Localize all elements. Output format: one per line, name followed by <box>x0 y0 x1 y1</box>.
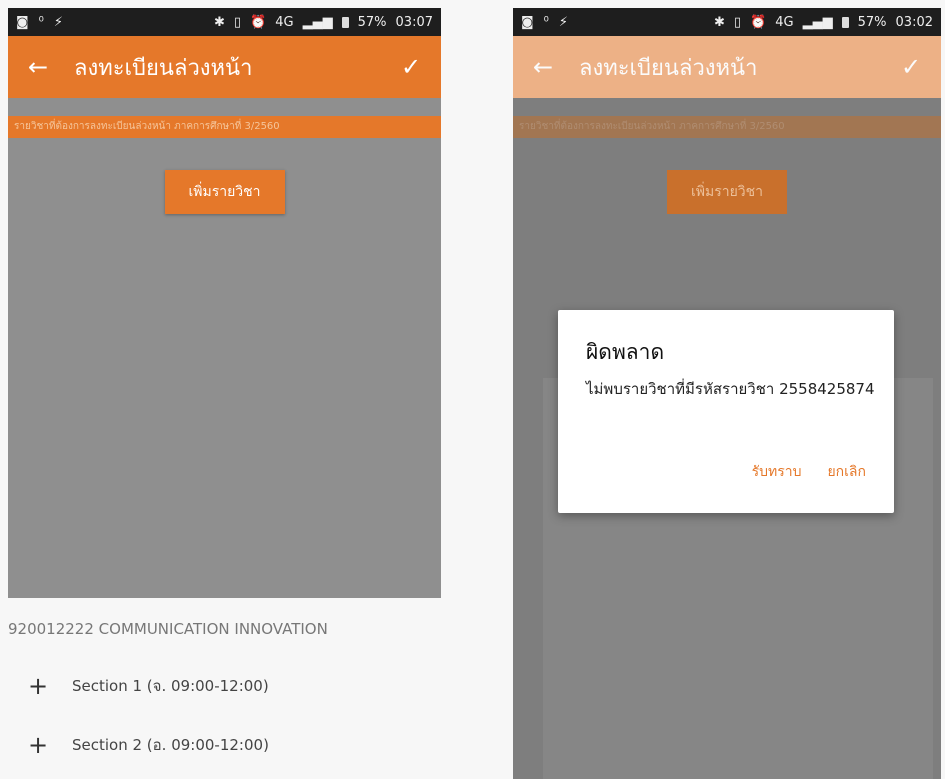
dialog-actions: รับทราบ ยกเลิก <box>752 461 866 483</box>
semester-banner: รายวิชาที่ต้องการลงทะเบียนล่วงหน้า ภาคกา… <box>8 116 441 138</box>
alarm-icon: ⏰ <box>250 14 267 30</box>
bluetooth-icon: ✱ <box>214 14 225 30</box>
app-toolbar: ← ลงทะเบียนล่วงหน้า ✓ <box>8 36 441 98</box>
content-area: รายวิชาที่ต้องการลงทะเบียนล่วงหน้า ภาคกา… <box>8 98 441 598</box>
signal-icon: ▂▄▆ <box>302 14 333 30</box>
course-title: 920012222 COMMUNICATION INNOVATION <box>8 620 328 638</box>
clock: 03:07 <box>395 14 433 30</box>
left-phone-screen: ◙ ⁰ ⚡ ✱ ▯ ⏰ 4G ▂▄▆ 57% 03:07 ← ลงทะเบียน… <box>8 8 441 779</box>
battery-level: 57% <box>357 14 387 30</box>
network-type: 4G <box>775 14 794 30</box>
dialog-message: ไม่พบรายวิชาที่มีรหัสรายวิชา 2558425874 <box>586 380 875 398</box>
network-type: 4G <box>275 14 294 30</box>
clock: 03:02 <box>895 14 933 30</box>
plus-icon[interactable]: + <box>28 733 72 757</box>
back-arrow-icon: ← <box>532 53 554 81</box>
battery-icon <box>341 16 349 28</box>
back-arrow-icon[interactable]: ← <box>8 53 68 81</box>
right-phone-screen: ◙ ⁰ ⚡ ✱ ▯ ⏰ 4G ▂▄▆ 57% 03:02 ← ลงทะเบียน… <box>513 8 941 779</box>
section-item-2[interactable]: + Section 2 (อ. 09:00-12:00) <box>28 733 269 757</box>
add-course-button[interactable]: เพิ่มรายวิชา <box>164 170 285 214</box>
app-notification-icon: ◙ <box>16 14 29 30</box>
check-icon: ✓ <box>900 53 922 81</box>
section-label: Section 2 (อ. 09:00-12:00) <box>72 736 269 754</box>
flash-icon: ⚡ <box>558 14 568 30</box>
flash-icon: ⚡ <box>53 14 63 30</box>
data-speed-icon: ⁰ <box>543 14 549 30</box>
battery-level: 57% <box>857 14 887 30</box>
page-title: ลงทะเบียนล่วงหน้า <box>579 55 758 81</box>
error-dialog: ผิดพลาด ไม่พบรายวิชาที่มีรหัสรายวิชา 255… <box>558 310 894 513</box>
acknowledge-button[interactable]: รับทราบ <box>752 461 802 483</box>
vibrate-icon: ▯ <box>233 14 242 30</box>
check-icon[interactable]: ✓ <box>381 53 441 81</box>
page-title: ลงทะเบียนล่วงหน้า <box>74 55 253 81</box>
status-bar: ◙ ⁰ ⚡ ✱ ▯ ⏰ 4G ▂▄▆ 57% 03:07 <box>8 8 441 36</box>
data-speed-icon: ⁰ <box>38 14 44 30</box>
cancel-button[interactable]: ยกเลิก <box>827 461 866 483</box>
section-item-1[interactable]: + Section 1 (จ. 09:00-12:00) <box>28 674 269 698</box>
status-bar: ◙ ⁰ ⚡ ✱ ▯ ⏰ 4G ▂▄▆ 57% 03:02 <box>513 8 941 36</box>
app-notification-icon: ◙ <box>521 14 534 30</box>
dialog-title: ผิดพลาด <box>586 340 665 364</box>
app-toolbar: ← ลงทะเบียนล่วงหน้า ✓ <box>513 36 941 98</box>
plus-icon[interactable]: + <box>28 674 72 698</box>
signal-icon: ▂▄▆ <box>802 14 833 30</box>
alarm-icon: ⏰ <box>750 14 767 30</box>
semester-banner: รายวิชาที่ต้องการลงทะเบียนล่วงหน้า ภาคกา… <box>513 116 941 138</box>
vibrate-icon: ▯ <box>733 14 742 30</box>
bluetooth-icon: ✱ <box>714 14 725 30</box>
section-label: Section 1 (จ. 09:00-12:00) <box>72 677 269 695</box>
battery-icon <box>841 16 849 28</box>
add-course-button: เพิ่มรายวิชา <box>667 170 787 214</box>
